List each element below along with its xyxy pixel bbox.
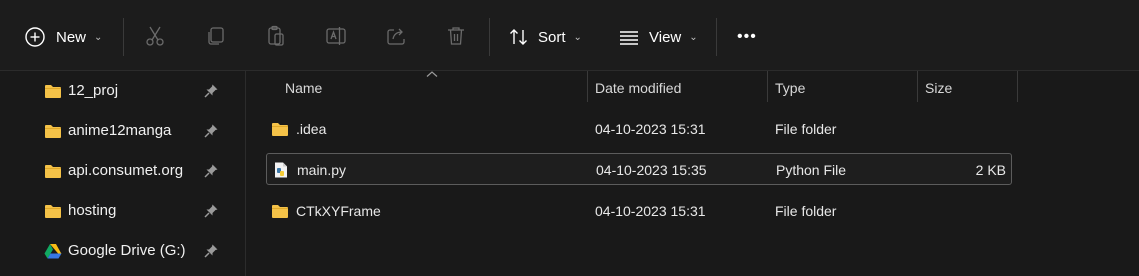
toolbar-divider [489,18,490,56]
column-divider[interactable] [587,71,588,102]
nav-item-label: hosting [68,202,117,219]
pin-icon [204,244,218,258]
view-button[interactable]: View ⌄ [618,20,698,54]
nav-item-anime12manga[interactable]: anime12manga [0,111,245,151]
nav-item-label: api.consumet.org [68,162,184,179]
column-header-date-modified[interactable]: Date modified [595,80,681,96]
pin-icon [204,204,218,218]
file-type: File folder [775,121,837,137]
copy-button[interactable] [203,24,227,48]
folder-icon [272,123,288,136]
folder-icon [45,165,61,178]
column-divider[interactable] [1017,71,1018,102]
file-type: File folder [775,203,837,219]
folder-icon [45,85,61,98]
file-size: 2 KB [975,162,1006,178]
table-row-selected[interactable]: main.py 04-10-2023 15:35 Python File 2 K… [266,153,1012,185]
file-name: .idea [296,121,327,137]
delete-icon [448,27,464,45]
folder-icon [45,125,61,138]
nav-item-api-consumet-org[interactable]: api.consumet.org [0,151,245,191]
delete-button[interactable] [444,24,468,48]
file-name: CTkXYFrame [296,203,381,219]
column-header-name[interactable]: Name [285,80,322,96]
view-button-label: View [649,28,682,46]
chevron-down-icon: ⌄ [94,31,103,43]
toolbar-divider [716,18,717,56]
nav-item-hosting[interactable]: hosting [0,191,245,231]
google-drive-icon [44,244,62,259]
table-row[interactable]: CTkXYFrame 04-10-2023 15:31 File folder [266,195,1012,227]
copy-icon [208,27,224,45]
rename-button[interactable] [324,24,348,48]
share-button[interactable] [384,24,408,48]
column-header-type[interactable]: Type [775,80,805,96]
nav-item-google-drive[interactable]: Google Drive (G:) [0,231,245,271]
sort-button[interactable]: Sort ⌄ [508,20,582,54]
folder-icon [45,205,61,218]
view-icon [620,31,638,45]
pin-icon [204,84,218,98]
pin-icon [204,164,218,178]
folder-icon [272,205,288,218]
cut-icon [146,26,164,46]
new-button-label: New [56,28,87,46]
toolbar-divider [123,18,124,56]
file-date: 04-10-2023 15:35 [596,162,707,178]
navigation-pane: 12_proj anime12manga api.consumet.org ho… [0,71,246,276]
command-bar: New ⌄ Sort ⌄ View ⌄ ••• [0,0,1139,71]
sort-button-label: Sort [538,28,566,46]
paste-button[interactable] [264,24,288,48]
share-icon [387,28,405,45]
column-header-size[interactable]: Size [925,80,952,96]
file-type: Python File [776,162,847,178]
column-divider[interactable] [917,71,918,102]
more-options-button[interactable]: ••• [737,20,757,54]
new-button[interactable]: New ⌄ [24,20,102,54]
file-list: Name Date modified Type Size .idea 04-10… [246,71,1139,276]
chevron-down-icon: ⌄ [573,31,582,43]
sort-icon [510,29,527,45]
plus-circle-icon [25,27,45,47]
nav-item-12-proj[interactable]: 12_proj [0,71,245,111]
file-date: 04-10-2023 15:31 [595,203,706,219]
cut-button[interactable] [143,24,167,48]
chevron-down-icon: ⌄ [689,31,698,43]
rename-icon [326,27,346,45]
table-row[interactable]: .idea 04-10-2023 15:31 File folder [266,113,1012,145]
paste-icon [268,25,284,46]
file-date: 04-10-2023 15:31 [595,121,706,137]
file-name: main.py [297,162,347,178]
python-file-icon [275,162,287,178]
nav-item-label: anime12manga [68,122,172,139]
nav-item-label: Google Drive (G:) [68,242,186,259]
column-divider[interactable] [767,71,768,102]
nav-item-label: 12_proj [68,82,119,99]
sort-ascending-icon [426,71,438,77]
pin-icon [204,124,218,138]
more-icon: ••• [737,28,757,45]
